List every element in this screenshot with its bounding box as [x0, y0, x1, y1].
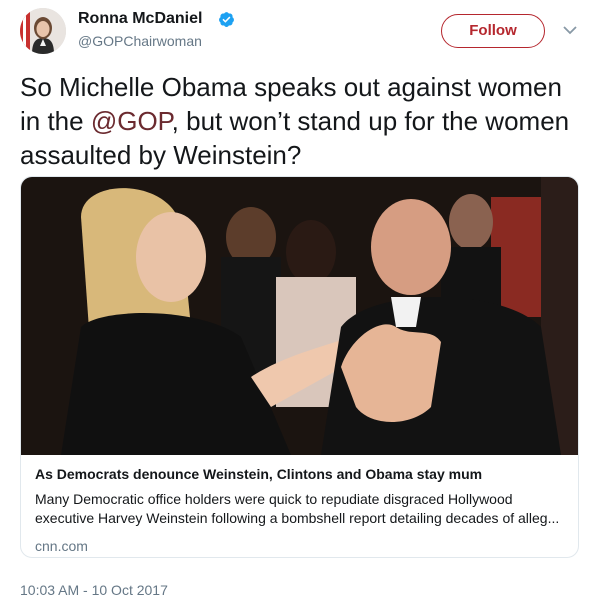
author-handle[interactable]: @GOPChairwoman [78, 33, 202, 49]
verified-badge-icon [219, 12, 234, 27]
card-body[interactable]: As Democrats denounce Weinstein, Clinton… [21, 455, 578, 557]
avatar-image [20, 8, 66, 54]
card-title[interactable]: As Democrats denounce Weinstein, Clinton… [35, 466, 482, 482]
card-domain: cnn.com [35, 538, 88, 554]
timestamp[interactable]: 10:03 AM - 10 Oct 2017 [20, 582, 168, 598]
avatar[interactable] [20, 8, 66, 54]
follow-button[interactable]: Follow [441, 14, 545, 48]
tweet-header: Ronna McDaniel @GOPChairwoman Follow [0, 0, 594, 60]
author-name[interactable]: Ronna McDaniel [78, 10, 202, 28]
card-description-line: Many Democratic office holders were quic… [35, 491, 513, 507]
card-description-line: executive Harvey Weinstein following a b… [35, 510, 560, 526]
chevron-down-icon[interactable] [562, 24, 578, 36]
link-card[interactable]: As Democrats denounce Weinstein, Clinton… [20, 176, 579, 558]
mention-link[interactable]: @GOP [91, 106, 172, 136]
tweet-text: So Michelle Obama speaks out against wom… [20, 70, 580, 172]
card-description: Many Democratic office holders were quic… [35, 490, 565, 528]
card-image[interactable] [21, 177, 579, 455]
